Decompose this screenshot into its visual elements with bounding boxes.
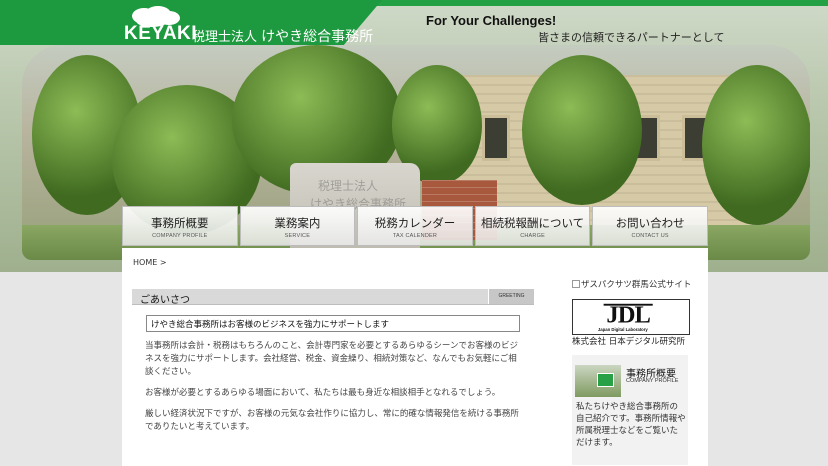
- nav-label: 相続税報酬について: [481, 216, 585, 230]
- greeting-lead: けやき総合事務所はお客様のビジネスを強力にサポートします: [146, 315, 520, 332]
- jdl-logo-sub: Japan Digital Laboratory: [598, 327, 648, 332]
- breadcrumb[interactable]: HOME >: [133, 258, 167, 267]
- tree: [522, 55, 642, 205]
- firm-name-main: けやき総合事務所: [261, 29, 374, 45]
- greeting-paragraph: 厳しい経済状況下ですが、お客様の元気な会社作りに協力し、常に的確な情報発信を続け…: [145, 409, 519, 432]
- svg-text:JDL: JDL: [606, 302, 650, 329]
- nav-sublabel: TAX CALENDER: [392, 233, 438, 239]
- nav-sublabel: CONTACT US: [631, 233, 669, 239]
- nav-service[interactable]: 業務案内 SERVICE: [239, 206, 356, 246]
- nav-label: 税務カレンダー: [374, 216, 456, 230]
- firm-prefix: 税理士法人: [192, 30, 258, 45]
- card-description: 私たちけやき総合事務所の自己紹介です。事務所情報や所属税理士などをご覧いただけま…: [576, 402, 686, 448]
- nav-tax-calendar[interactable]: 税務カレンダー TAX CALENDER: [357, 206, 473, 246]
- nav-charge[interactable]: 相続税報酬について CHARGE: [474, 206, 591, 246]
- greeting-heading-en: GREETING: [488, 289, 534, 304]
- nav-contact[interactable]: お問い合わせ CONTACT US: [592, 206, 708, 246]
- nav-company-profile[interactable]: 事務所概要 COMPANY PROFILE: [122, 206, 238, 246]
- building-window: [482, 115, 510, 161]
- card-subtitle: COMPANY PROFILE: [626, 378, 679, 384]
- broken-image-icon: [572, 280, 580, 288]
- stone-line1: 税理士法人: [318, 179, 379, 193]
- content-panel: HOME > ごあいさつ GREETING けやき総合事務所はお客様のビジネスを…: [122, 248, 708, 466]
- company-profile-card[interactable]: 事務所概要 COMPANY PROFILE 私たちけやき総合事務所の自己紹介です…: [572, 355, 688, 465]
- firm-name: 税理士法人 けやき総合事務所: [192, 26, 373, 46]
- thespa-link-text: ザスパクサツ群馬公式サイト: [581, 280, 692, 290]
- page: 税理士法人 けやき総合事務所 KEYAKI 税理士法人 けやき総合事務所 For…: [0, 0, 828, 466]
- greeting-paragraph: 当事務所は会計・税務はもちろんのこと、会計専門家を必要とするあらゆるシーンでお客…: [145, 341, 518, 377]
- greeting-heading-bar: ごあいさつ GREETING: [132, 289, 534, 306]
- office-thumbnail: [575, 365, 621, 397]
- main-nav: 事務所概要 COMPANY PROFILE 業務案内 SERVICE 税務カレン…: [122, 206, 708, 248]
- nav-label: 業務案内: [274, 216, 321, 230]
- logo-text[interactable]: KEYAKI: [124, 23, 197, 45]
- nav-sublabel: COMPANY PROFILE: [152, 233, 208, 239]
- tagline-jp: 皆さまの信頼できるパートナーとして: [538, 31, 725, 44]
- nav-label: お問い合わせ: [615, 216, 685, 230]
- nav-sublabel: SERVICE: [284, 233, 311, 239]
- thespa-kusatsu-link[interactable]: ザスパクサツ群馬公式サイト: [572, 278, 691, 290]
- jdl-logo-banner[interactable]: JDL Japan Digital Laboratory: [572, 299, 690, 335]
- nav-sublabel: CHARGE: [520, 233, 545, 239]
- greeting-heading: ごあいさつ: [140, 295, 190, 306]
- nav-label: 事務所概要: [151, 216, 209, 230]
- tagline: For Your Challenges!: [426, 13, 557, 28]
- tree: [702, 65, 810, 225]
- jdl-caption[interactable]: 株式会社 日本デジタル研究所: [572, 335, 685, 347]
- greeting-paragraph: お客様が必要とするあらゆる場面において、私たちは最も身近な相談相手となれるでしょ…: [145, 388, 501, 398]
